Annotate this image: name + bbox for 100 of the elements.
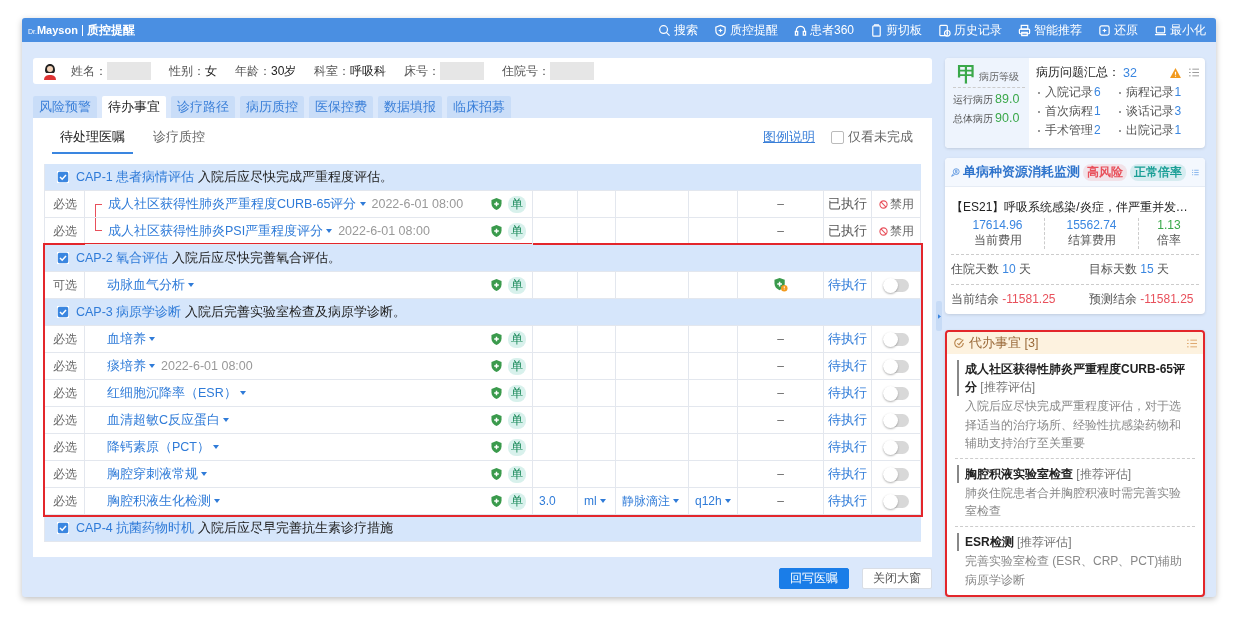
status-text[interactable]: 待执行 [828, 330, 867, 348]
unit-dropdown[interactable]: ml [584, 494, 606, 508]
tab[interactable]: 临床招募 [447, 96, 511, 118]
table-cell: 必选 [45, 407, 85, 434]
status-text[interactable]: 待执行 [828, 492, 867, 510]
toggle-switch[interactable] [883, 332, 909, 346]
issue-count[interactable]: 出院记录1 [1125, 122, 1182, 139]
todo-item-description: 完善实验室检查 (ESR、CRP、PCT)辅助病原学诊断 [965, 552, 1184, 589]
action-button[interactable]: 回写医嘱 [779, 568, 849, 589]
order-link[interactable]: 动脉血气分析 [107, 276, 194, 294]
ban-icon [878, 199, 888, 209]
legend-link[interactable]: 图例说明 [763, 128, 815, 146]
todo-item-title[interactable]: 胸腔积液实验室检查 [推荐评估] [957, 464, 1191, 483]
checkbox-icon[interactable] [57, 171, 69, 183]
table-cell [578, 407, 616, 434]
days-text: 住院天数 10 天 [951, 261, 1033, 278]
issue-count[interactable]: 谈话记录3 [1125, 103, 1182, 120]
table-cell [689, 434, 738, 461]
search-icon [657, 23, 671, 37]
chat-person-icon [951, 165, 961, 179]
toolbar-button[interactable]: 历史记录 [938, 21, 1002, 39]
order-link[interactable]: 血清超敏C反应蛋白 [107, 411, 230, 429]
status-text[interactable]: 待执行 [828, 384, 867, 402]
order-link[interactable]: 成人社区获得性肺炎严重程度CURB-65评分 [108, 195, 366, 213]
ban-icon [878, 226, 888, 236]
todo-item-title[interactable]: ESR检测 [推荐评估] [957, 532, 1191, 551]
check-circle-icon [953, 337, 965, 349]
stat-label: 倍率 [1157, 232, 1181, 249]
tab[interactable]: 待办事宜 [102, 96, 166, 118]
score-label: 总体病历 [953, 113, 993, 124]
clipboard-icon [870, 23, 883, 37]
toolbar-button[interactable]: 搜索 [657, 21, 698, 39]
toggle-switch[interactable] [883, 278, 909, 292]
route-dropdown[interactable]: 静脉滴注 [622, 492, 679, 510]
field-label: 床号： [404, 62, 441, 80]
stat-value: 15562.74 [1066, 218, 1117, 232]
tab[interactable]: 医保控费 [309, 96, 373, 118]
order-type-badge: 单 [508, 330, 526, 348]
frequency-dropdown[interactable]: q12h [695, 494, 731, 508]
order-link[interactable]: 胸腔穿刺液常规 [107, 465, 207, 483]
shield-icon [491, 360, 502, 372]
issue-count[interactable]: 首次病程1 [1045, 103, 1101, 120]
todo-item-title[interactable]: 成人社区获得性肺炎严重程度CURB-65评分 [推荐评估] [957, 360, 1191, 396]
issue-count[interactable]: 入院记录6 [1045, 84, 1101, 101]
stat-label: 结算费用 [1067, 232, 1116, 249]
toggle-switch[interactable] [883, 467, 909, 481]
status-tag: 高风险 [1083, 163, 1128, 181]
list-icon[interactable] [1187, 338, 1197, 348]
table-cell: 必选 [45, 434, 85, 461]
toolbar-button[interactable]: 患者360 [793, 21, 854, 39]
sub-tab[interactable]: 诊疗质控 [151, 120, 207, 154]
order-type-badge: 单 [508, 276, 526, 294]
toolbar-button[interactable]: 最小化 [1154, 21, 1206, 39]
order-link[interactable]: 降钙素原（PCT） [107, 438, 219, 456]
list-icon[interactable] [1192, 167, 1199, 177]
checkbox[interactable] [831, 130, 844, 144]
checkbox-icon[interactable] [57, 306, 69, 318]
issue-count[interactable]: 病程记录1 [1125, 84, 1182, 101]
tab[interactable]: 风险预警 [33, 96, 97, 118]
sub-tab[interactable]: 待处理医嘱 [52, 120, 133, 154]
toggle-switch[interactable] [883, 494, 909, 508]
toggle-switch[interactable] [883, 413, 909, 427]
issues-title: 病历问题汇总： [1036, 64, 1120, 81]
toggle-switch[interactable] [883, 386, 909, 400]
order-link[interactable]: 红细胞沉降率（ESR） [107, 384, 246, 402]
order-link[interactable]: 血培养 [107, 330, 155, 348]
order-link[interactable]: 痰培养 [107, 357, 155, 375]
warning-icon [1170, 67, 1181, 78]
status-text[interactable]: 待执行 [828, 276, 867, 294]
checkbox-icon[interactable] [57, 522, 69, 534]
status-text[interactable]: 待执行 [828, 465, 867, 483]
score-value: 90.0 [995, 111, 1020, 125]
field-label: 科室： [314, 62, 351, 80]
issue-count[interactable]: 手术管理2 [1045, 122, 1101, 139]
action-button[interactable]: 关闭大窗 [862, 568, 932, 589]
order-type-badge: 单 [508, 195, 526, 213]
status-text[interactable]: 待执行 [828, 438, 867, 456]
tab[interactable]: 病历质控 [240, 96, 304, 118]
status-text[interactable]: 待执行 [828, 357, 867, 375]
toggle-switch[interactable] [883, 359, 909, 373]
toolbar-button[interactable]: 剪切板 [870, 21, 922, 39]
tab[interactable]: 诊疗路径 [171, 96, 235, 118]
tab[interactable]: 数据填报 [378, 96, 442, 118]
toolbar-button[interactable]: 质控提醒 [713, 21, 778, 39]
order-link[interactable]: 成人社区获得性肺炎PSI严重程度评分 [108, 222, 333, 240]
order-type-badge: 单 [508, 492, 526, 510]
filter-checkbox[interactable]: 仅看未完成 [831, 128, 913, 146]
collapse-handle[interactable] [936, 301, 942, 331]
list-icon[interactable] [1189, 68, 1199, 77]
toggle-switch[interactable] [883, 440, 909, 454]
disable-button[interactable]: 禁用 [878, 222, 914, 240]
status-text[interactable]: 待执行 [828, 411, 867, 429]
checkbox-icon[interactable] [57, 252, 69, 264]
toolbar-button[interactable]: 还原 [1098, 21, 1138, 39]
table-cell: – [777, 197, 784, 211]
toolbar-button[interactable]: 智能推荐 [1018, 21, 1082, 39]
order-link[interactable]: 胸腔积液生化检测 [107, 492, 220, 510]
shield-icon [491, 225, 502, 237]
score-value: 89.0 [995, 92, 1020, 106]
disable-button[interactable]: 禁用 [878, 195, 914, 213]
